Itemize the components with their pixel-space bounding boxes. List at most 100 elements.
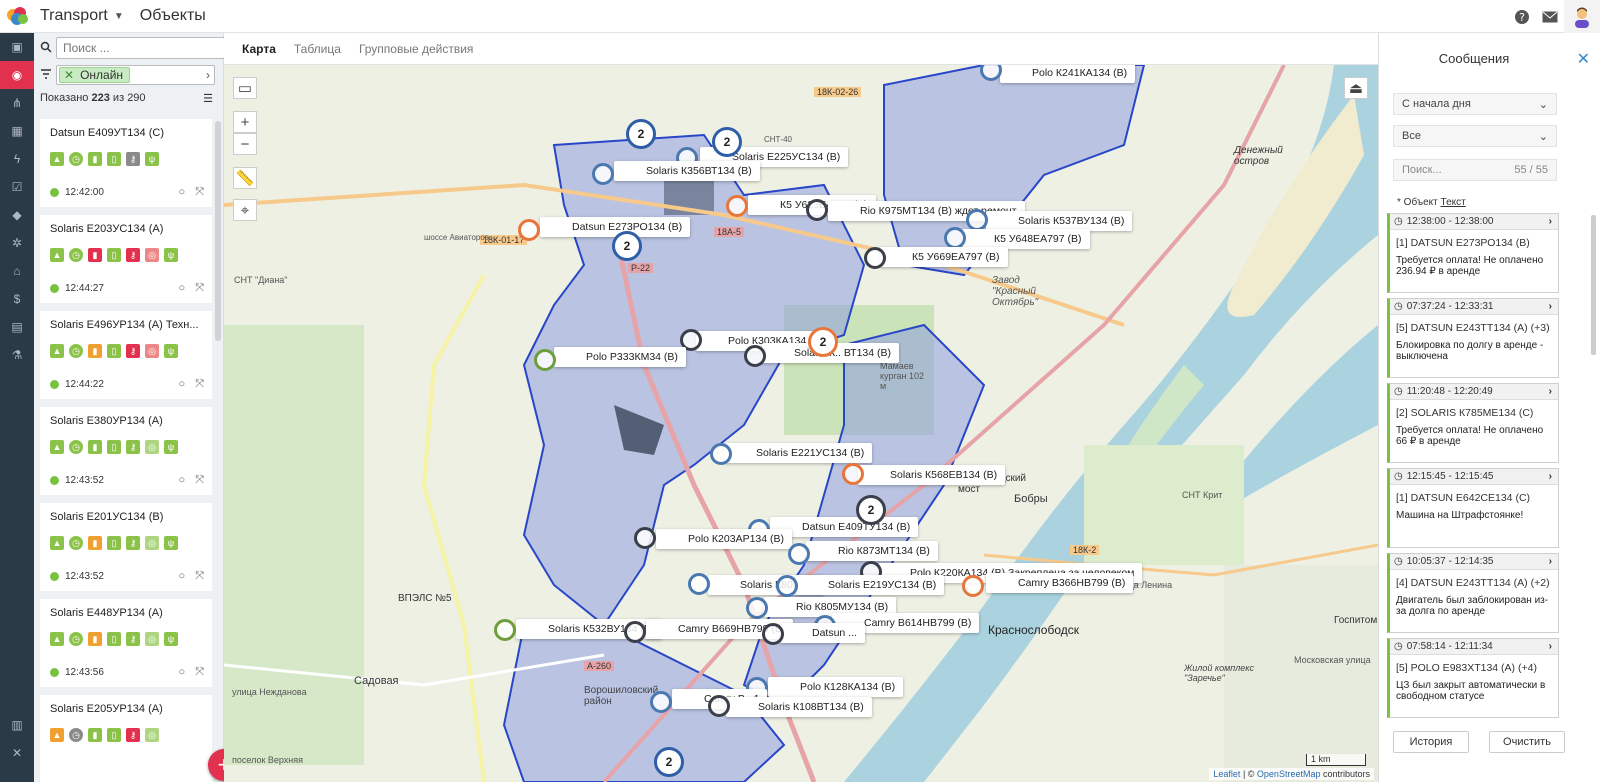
vehicle-marker[interactable] bbox=[966, 209, 988, 231]
vehicle-marker[interactable] bbox=[842, 463, 864, 485]
vehicle-marker[interactable] bbox=[650, 691, 672, 713]
vehicle-map-label[interactable]: Datsun Е273РО134 (В) bbox=[540, 217, 691, 237]
chevron-right-icon[interactable]: › bbox=[1549, 471, 1552, 482]
vehicle-map-label[interactable]: Polo Р333КМ34 (В) bbox=[554, 347, 686, 367]
tab-group-actions[interactable]: Групповые действия bbox=[359, 42, 474, 56]
leaflet-link[interactable]: Leaflet bbox=[1213, 769, 1240, 779]
help-icon[interactable]: ? bbox=[1508, 0, 1536, 33]
chevron-right-icon[interactable]: › bbox=[206, 68, 210, 82]
vehicle-map-label[interactable]: Polo К203АР134 (В) bbox=[656, 529, 793, 549]
vehicle-card[interactable]: Datsun Е409УТ134 (С) ▲ ◷ ▮ ▯ ⚷ ψ 12:42:0… bbox=[40, 119, 212, 207]
vehicle-marker[interactable] bbox=[710, 443, 732, 465]
tab-map[interactable]: Карта bbox=[242, 42, 276, 56]
vehicle-map-label[interactable]: Datsun ... bbox=[780, 623, 865, 643]
fullscreen-icon[interactable]: ⤧ bbox=[195, 570, 204, 583]
vehicle-card[interactable]: Solaris Е448УР134 (А) ▲ ◷ ▮ ▯ ⚷ ◎ ψ 12:4… bbox=[40, 599, 212, 687]
vehicle-marker[interactable] bbox=[494, 619, 516, 641]
vehicle-marker[interactable] bbox=[518, 219, 540, 241]
osm-link[interactable]: OpenStreetMap bbox=[1257, 769, 1321, 779]
chevron-right-icon[interactable]: › bbox=[1549, 301, 1552, 312]
chip-remove-icon[interactable]: ✕ bbox=[64, 68, 74, 82]
message-item[interactable]: ◷ 11:20:48 - 12:20:49 › [2] SOLARIS К785МЕ… bbox=[1387, 383, 1559, 463]
vehicle-marker[interactable] bbox=[776, 575, 798, 597]
vehicle-map-label[interactable]: Solaris К568ЕВ134 (В) bbox=[858, 465, 1006, 485]
vehicle-map-label[interactable]: К5 У648ЕА797 (В) bbox=[962, 229, 1090, 249]
vehicle-map-label[interactable]: Polo К241КА134 (В) bbox=[1000, 65, 1136, 83]
chevron-right-icon[interactable]: › bbox=[1549, 641, 1552, 652]
vehicle-card[interactable]: Solaris Е496УР134 (А) Техн... ▲ ◷ ▮ ▯ ⚷ … bbox=[40, 311, 212, 399]
network-icon[interactable]: ✲ bbox=[0, 229, 34, 257]
history-button[interactable]: История bbox=[1393, 731, 1469, 753]
report-icon[interactable]: ▥ bbox=[0, 711, 34, 739]
message-item[interactable]: ◷ 12:15:45 - 12:15:45 › [1] DATSUN Е642СЕ1… bbox=[1387, 468, 1559, 548]
chevron-right-icon[interactable]: › bbox=[1549, 386, 1552, 397]
objects-icon[interactable]: ◉ bbox=[0, 61, 34, 89]
vehicle-cluster[interactable]: 2 bbox=[654, 747, 684, 777]
circle-icon[interactable]: ○ bbox=[179, 666, 186, 679]
vehicle-marker[interactable] bbox=[634, 527, 656, 549]
bolt-icon[interactable]: ϟ bbox=[0, 145, 34, 173]
sliders-icon[interactable]: ☰ bbox=[203, 92, 213, 105]
vehicle-map-label[interactable]: Solaris Е221УС134 (В) bbox=[724, 443, 873, 463]
vehicle-marker[interactable] bbox=[708, 695, 730, 717]
circle-icon[interactable]: ○ bbox=[179, 282, 186, 295]
period-select[interactable]: С начала дня ⌄ bbox=[1393, 93, 1557, 115]
close-icon[interactable]: ✕ bbox=[1577, 49, 1590, 69]
vehicle-cluster[interactable]: 2 bbox=[612, 231, 642, 261]
document-icon[interactable]: ▤ bbox=[0, 313, 34, 341]
ruler-icon[interactable]: 📏 bbox=[233, 167, 257, 189]
app-switch-chevron-icon[interactable]: ▼ bbox=[114, 11, 124, 22]
vehicle-card[interactable]: Solaris Е380УР134 (А) ▲ ◷ ▮ ▯ ⚷ ◎ ψ 12:4… bbox=[40, 407, 212, 495]
search-input[interactable] bbox=[56, 37, 225, 59]
list-scrollbar[interactable] bbox=[215, 121, 221, 341]
vehicle-map-label[interactable]: Solaris К108ВТ134 (В) bbox=[726, 697, 872, 717]
vehicle-map-label[interactable]: Datsun Е409ТУ134 (В) bbox=[770, 517, 919, 537]
messages-scrollbar[interactable] bbox=[1591, 215, 1596, 355]
vehicle-marker[interactable] bbox=[534, 349, 556, 371]
fullscreen-icon[interactable]: ⤧ bbox=[195, 474, 204, 487]
vehicle-marker[interactable] bbox=[744, 345, 766, 367]
chevron-right-icon[interactable]: › bbox=[1549, 556, 1552, 567]
app-logo[interactable] bbox=[0, 0, 34, 33]
circle-icon[interactable]: ○ bbox=[179, 570, 186, 583]
mail-icon[interactable] bbox=[1536, 0, 1564, 33]
zoom-out-button[interactable]: − bbox=[233, 133, 257, 155]
vehicle-map-label[interactable]: Solaris К356ВТ134 (В) bbox=[614, 161, 760, 181]
flask-icon[interactable]: ⚗ bbox=[0, 341, 34, 369]
vehicle-map-label[interactable]: Solaris К537ВУ134 (В) bbox=[986, 211, 1133, 231]
box-icon[interactable]: ▣ bbox=[0, 33, 34, 61]
vehicle-marker[interactable] bbox=[624, 621, 646, 643]
vehicle-marker[interactable] bbox=[962, 575, 984, 597]
vehicle-cluster[interactable]: 2 bbox=[808, 327, 838, 357]
map-layers-icon[interactable]: ▭ bbox=[233, 77, 257, 99]
filter-box[interactable]: ✕ Онлайн › bbox=[56, 65, 215, 85]
vehicle-marker[interactable] bbox=[788, 543, 810, 565]
tools-icon[interactable]: ✕ bbox=[0, 739, 34, 767]
tab-table[interactable]: Таблица bbox=[294, 42, 341, 56]
filter-text-link[interactable]: Текст bbox=[1441, 197, 1466, 208]
fullscreen-icon[interactable]: ⤧ bbox=[195, 666, 204, 679]
circle-icon[interactable]: ○ bbox=[179, 474, 186, 487]
tree-icon[interactable]: ⋔ bbox=[0, 89, 34, 117]
vehicle-marker[interactable] bbox=[726, 195, 748, 217]
vehicle-marker[interactable] bbox=[592, 163, 614, 185]
dollar-icon[interactable]: $ bbox=[0, 285, 34, 313]
message-item[interactable]: ◷ 10:05:37 - 12:14:35 › [4] DATSUN Е243ТТ1… bbox=[1387, 553, 1559, 633]
messages-search-input[interactable]: Поиск... 55 / 55 bbox=[1393, 159, 1557, 181]
message-item[interactable]: ◷ 07:58:14 - 12:11:34 › [5] POLO Е983ХТ134… bbox=[1387, 638, 1559, 718]
circle-icon[interactable]: ○ bbox=[179, 186, 186, 199]
vehicle-marker[interactable] bbox=[746, 597, 768, 619]
vehicle-card[interactable]: Solaris Е205УР134 (А) ▲ ◷ ▮ ▯ ⚷ ◎ bbox=[40, 695, 212, 782]
vehicle-map-label[interactable]: Camry В366НВ799 (В) bbox=[986, 573, 1134, 593]
clear-button[interactable]: Очистить bbox=[1489, 731, 1565, 753]
vehicle-map-label[interactable]: Solaris Е219УС134 (В) bbox=[796, 575, 945, 595]
routes-icon[interactable]: ⌂ bbox=[0, 257, 34, 285]
zoom-in-button[interactable]: + bbox=[233, 111, 257, 133]
vehicle-cluster[interactable]: 2 bbox=[856, 495, 886, 525]
vehicle-marker[interactable] bbox=[944, 227, 966, 249]
filter-chip-online[interactable]: ✕ Онлайн bbox=[59, 67, 131, 83]
locate-icon[interactable]: ⌖ bbox=[233, 199, 257, 221]
vehicle-map-label[interactable]: К5 У669ЕА797 (В) bbox=[880, 247, 1008, 267]
vehicle-map-label[interactable]: Rio К873МТ134 (В) bbox=[806, 541, 938, 561]
app-title[interactable]: Transport bbox=[40, 7, 108, 25]
